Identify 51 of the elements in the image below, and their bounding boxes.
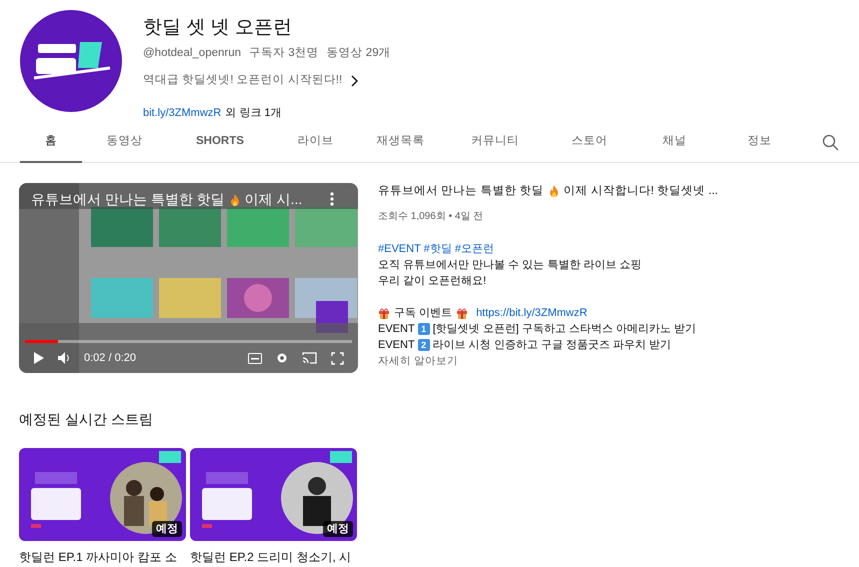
- channel-handle: @hotdeal_openrun: [143, 46, 242, 61]
- channel-tab[interactable]: 커뮤니티: [442, 123, 547, 163]
- event-text: 라이브 시청 인증하고 구글 정품굿즈 파우치 받기: [432, 338, 672, 353]
- chevron-right-icon[interactable]: [350, 74, 360, 87]
- search-icon[interactable]: [822, 134, 839, 151]
- fullscreen-icon[interactable]: [331, 352, 344, 364]
- play-icon[interactable]: [33, 352, 44, 364]
- hashtag-links[interactable]: #EVENT #핫딜 #오픈런: [378, 241, 718, 257]
- section-heading: 예정된 실시간 스트림: [19, 410, 154, 429]
- video-title: 유튜브에서 만나는 특별한 핫딜 이제 시...: [31, 190, 302, 209]
- video-meta: 조회수 1,096회 • 4일 전: [378, 210, 484, 224]
- subtitles-icon[interactable]: [248, 352, 262, 364]
- event-link[interactable]: https://bit.ly/3ZMmwzR: [476, 305, 588, 321]
- settings-icon[interactable]: [276, 352, 288, 364]
- event-text: [핫딜셋넷 오픈런] 구독하고 스타벅스 아메리카노 받기: [432, 322, 696, 337]
- flame-icon: [228, 192, 241, 206]
- video-time: 0:02 / 0:20: [84, 350, 136, 366]
- channel-tab[interactable]: 홈: [20, 123, 82, 163]
- upcoming-badge: 예정: [323, 520, 353, 537]
- event-label: EVENT: [378, 322, 415, 337]
- channel-tab[interactable]: 라이브: [272, 123, 358, 163]
- channel-tab[interactable]: 동영상: [82, 123, 167, 163]
- channel-tab[interactable]: 재생목록: [358, 123, 443, 163]
- gift-icon: [378, 306, 390, 320]
- video-count: 동영상 29개: [326, 46, 391, 61]
- channel-name: 핫딜 셋 넷 오픈런: [143, 16, 293, 40]
- flame-icon: [548, 184, 560, 198]
- number-badge: 1: [418, 323, 430, 335]
- more-links-text: 외 링크 1개: [225, 106, 282, 120]
- gift-icon: [456, 306, 468, 320]
- upcoming-badge: 예정: [152, 520, 182, 537]
- show-more-button[interactable]: 자세히 알아보기: [378, 353, 458, 369]
- event-label: EVENT: [378, 338, 415, 353]
- cast-icon[interactable]: [302, 352, 317, 364]
- event-heading: 구독 이벤트: [394, 306, 452, 321]
- description-line: 우리 같이 오픈런해요!: [378, 274, 488, 289]
- video-title[interactable]: 유튜브에서 만나는 특별한 핫딜 이제 시작합니다! 핫딜셋넷 ...: [378, 183, 718, 199]
- channel-link[interactable]: bit.ly/3ZMmwzR: [143, 104, 222, 121]
- channel-tab[interactable]: 채널: [632, 123, 717, 163]
- volume-icon[interactable]: [58, 352, 70, 364]
- channel-tab[interactable]: 스토어: [546, 123, 632, 163]
- number-badge: 2: [418, 339, 430, 351]
- video-title[interactable]: 핫딜런 EP.2 드리미 청소기, 시: [190, 548, 357, 566]
- description-line: 오직 유튜브에서만 만나볼 수 있는 특별한 라이브 쇼핑: [378, 258, 642, 273]
- more-icon[interactable]: [330, 192, 334, 206]
- video-title[interactable]: 핫딜런 EP.1 까사미아 캄포 소: [19, 548, 186, 566]
- channel-tab[interactable]: 정보: [716, 123, 802, 163]
- channel-description: 역대급 핫딜셋넷! 오픈런이 시작된다!!: [143, 73, 342, 88]
- channel-tab[interactable]: SHORTS: [166, 123, 273, 163]
- progress-track[interactable]: [25, 340, 352, 343]
- subscriber-count: 구독자 3천명: [249, 46, 319, 61]
